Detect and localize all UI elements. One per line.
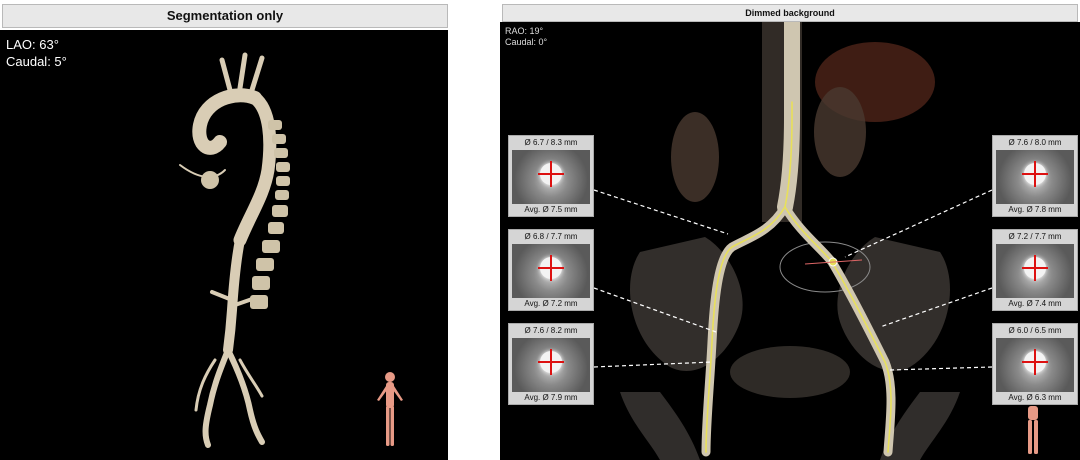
cross-section-card[interactable]: Ø 7.6 / 8.0 mm Avg. Ø 7.8 mm bbox=[992, 135, 1078, 217]
diameter-label: Ø 7.6 / 8.0 mm bbox=[1008, 138, 1062, 147]
average-diameter-label: Avg. Ø 7.9 mm bbox=[524, 393, 578, 402]
diameter-label: Ø 7.2 / 7.7 mm bbox=[1008, 232, 1062, 241]
right-angle-primary: RAO: 19° bbox=[505, 26, 544, 36]
cross-section-card[interactable]: Ø 6.7 / 8.3 mm Avg. Ø 7.5 mm bbox=[508, 135, 594, 217]
crosshair-icon bbox=[1022, 255, 1048, 281]
average-diameter-label: Avg. Ø 7.2 mm bbox=[524, 299, 578, 308]
diameter-label: Ø 6.7 / 8.3 mm bbox=[524, 138, 578, 147]
diameter-label: Ø 7.6 / 8.2 mm bbox=[524, 326, 578, 335]
left-view-title: Segmentation only bbox=[2, 4, 448, 28]
crosshair-icon bbox=[1022, 349, 1048, 375]
cross-section-image bbox=[512, 244, 590, 298]
average-diameter-label: Avg. Ø 7.4 mm bbox=[1008, 299, 1062, 308]
cross-section-image bbox=[512, 150, 590, 204]
cross-section-image bbox=[512, 338, 590, 392]
right-angle-secondary: Caudal: 0° bbox=[505, 37, 548, 47]
average-diameter-label: Avg. Ø 6.3 mm bbox=[1008, 393, 1062, 402]
orientation-figure-icon[interactable] bbox=[375, 370, 405, 450]
cross-section-image bbox=[996, 244, 1074, 298]
average-diameter-label: Avg. Ø 7.8 mm bbox=[1008, 205, 1062, 214]
diameter-label: Ø 6.0 / 6.5 mm bbox=[1008, 326, 1062, 335]
segmentation-only-viewport[interactable]: LAO: 63° Caudal: 5° bbox=[0, 30, 448, 460]
crosshair-icon bbox=[538, 349, 564, 375]
cross-section-image bbox=[996, 338, 1074, 392]
right-view-title: Dimmed background bbox=[502, 4, 1078, 22]
cross-section-image bbox=[996, 150, 1074, 204]
average-diameter-label: Avg. Ø 7.5 mm bbox=[524, 205, 578, 214]
crosshair-icon bbox=[538, 161, 564, 187]
crosshair-icon bbox=[1022, 161, 1048, 187]
orientation-figure-icon[interactable] bbox=[1022, 406, 1044, 456]
diameter-label: Ø 6.8 / 7.7 mm bbox=[524, 232, 578, 241]
crosshair-icon bbox=[538, 255, 564, 281]
cross-section-card[interactable]: Ø 6.8 / 7.7 mm Avg. Ø 7.2 mm bbox=[508, 229, 594, 311]
cross-section-card[interactable]: Ø 7.2 / 7.7 mm Avg. Ø 7.4 mm bbox=[992, 229, 1078, 311]
right-view-angle: RAO: 19° Caudal: 0° bbox=[505, 26, 547, 48]
cross-section-card[interactable]: Ø 6.0 / 6.5 mm Avg. Ø 6.3 mm bbox=[992, 323, 1078, 405]
cross-section-card[interactable]: Ø 7.6 / 8.2 mm Avg. Ø 7.9 mm bbox=[508, 323, 594, 405]
dimmed-background-viewport[interactable]: RAO: 19° Caudal: 0° Ø 6.7 / 8.3 mm Avg. … bbox=[500, 22, 1080, 460]
